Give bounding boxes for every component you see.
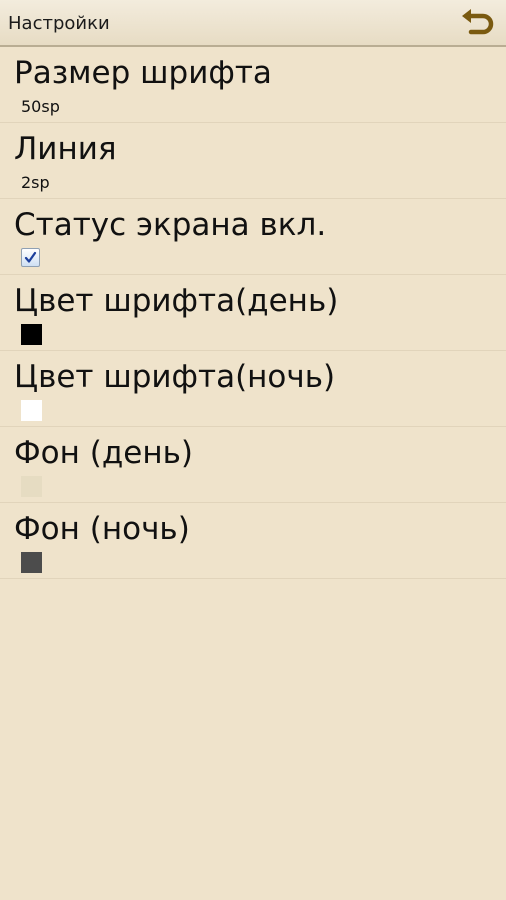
setting-font-color-day[interactable]: Цвет шрифта(день) — [0, 275, 506, 351]
checkmark-icon — [24, 251, 37, 263]
back-arrow-icon — [462, 9, 494, 35]
back-button[interactable] — [458, 4, 498, 44]
setting-screen-status[interactable]: Статус экрана вкл. — [0, 199, 506, 275]
setting-font-size[interactable]: Размер шрифта 50sp — [0, 47, 506, 123]
setting-title: Линия — [14, 131, 117, 167]
setting-title: Статус экрана вкл. — [14, 207, 327, 243]
settings-list: Размер шрифта 50sp Линия 2sp Статус экра… — [0, 47, 506, 579]
page-title: Настройки — [8, 13, 110, 34]
setting-background-night[interactable]: Фон (ночь) — [0, 503, 506, 579]
color-swatch — [21, 324, 42, 345]
setting-background-day[interactable]: Фон (день) — [0, 427, 506, 503]
color-swatch — [21, 476, 42, 497]
screen-status-checkbox[interactable] — [21, 248, 40, 267]
color-swatch — [21, 400, 42, 421]
setting-font-color-night[interactable]: Цвет шрифта(ночь) — [0, 351, 506, 427]
setting-title: Цвет шрифта(ночь) — [14, 359, 336, 395]
color-swatch — [21, 552, 42, 573]
setting-line[interactable]: Линия 2sp — [0, 123, 506, 199]
setting-title: Размер шрифта — [14, 55, 272, 91]
setting-title: Фон (ночь) — [14, 511, 190, 547]
app-bar: Настройки — [0, 0, 506, 47]
setting-value: 50sp — [21, 97, 60, 116]
setting-title: Фон (день) — [14, 435, 194, 471]
setting-title: Цвет шрифта(день) — [14, 283, 339, 319]
setting-value: 2sp — [21, 173, 50, 192]
